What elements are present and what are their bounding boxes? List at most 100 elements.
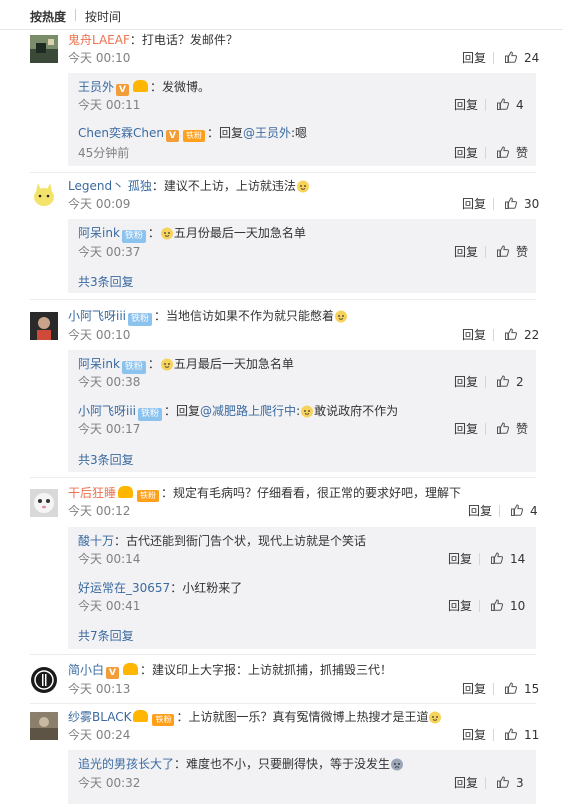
- avatar[interactable]: [30, 712, 58, 740]
- tab-divider: [75, 9, 76, 21]
- action-divider: [485, 376, 486, 388]
- reply-button[interactable]: 回复: [454, 374, 478, 390]
- sort-tabs: 按热度 按时间: [0, 0, 563, 30]
- fan-badge: 铁粉: [152, 714, 175, 726]
- more-replies-link[interactable]: 共7条回复: [78, 628, 134, 644]
- like-button[interactable]: 24: [504, 50, 539, 66]
- reply-line: 小阿飞呀iii 铁粉 ：回复@减肥路上爬行中: 敢说政府不作为: [78, 402, 398, 421]
- reply-button[interactable]: 回复: [454, 421, 478, 437]
- thumbs-up-icon: [497, 146, 510, 158]
- like-button[interactable]: 10: [490, 598, 525, 614]
- action-divider: [485, 423, 486, 435]
- thumbs-up-icon: [505, 51, 518, 63]
- verified-badge-icon: V: [165, 130, 179, 142]
- vip-badge-icon: [123, 663, 139, 675]
- username-link[interactable]: 简小白: [68, 663, 104, 677]
- smiley-emoji-icon: [335, 310, 348, 323]
- avatar[interactable]: [30, 489, 58, 517]
- like-button[interactable]: 30: [504, 196, 539, 212]
- username-link[interactable]: 阿呆ink: [78, 226, 120, 240]
- username-link[interactable]: 纱雾BLACK: [68, 710, 131, 724]
- username-link[interactable]: Legend丶 孤独: [68, 179, 152, 193]
- reply-line: 追光的男孩长大了：难度也不小，只要删得快，等于没发生: [78, 755, 404, 773]
- like-button[interactable]: 赞: [496, 421, 528, 437]
- comment-time: 今天 00:12: [68, 504, 131, 518]
- reply-button[interactable]: 回复: [454, 775, 478, 791]
- like-button[interactable]: 3: [496, 775, 524, 791]
- like-button[interactable]: 4: [496, 97, 524, 113]
- smiley-emoji-icon: [160, 227, 173, 240]
- avatar[interactable]: [30, 312, 58, 340]
- action-divider: [479, 600, 480, 612]
- fan-badge: 铁粉: [138, 408, 163, 421]
- like-count: 赞: [516, 146, 529, 160]
- fan-badge: 铁粉: [121, 361, 146, 374]
- username-link[interactable]: 王员外: [78, 80, 114, 94]
- username-link[interactable]: 阿呆ink: [78, 357, 120, 371]
- more-replies-link[interactable]: 共3条回复: [78, 452, 134, 468]
- reply-time: 今天 00:11: [78, 98, 141, 112]
- username-link[interactable]: 小阿飞呀iii: [78, 404, 136, 418]
- like-button[interactable]: 14: [490, 551, 525, 567]
- avatar[interactable]: [30, 666, 58, 694]
- reply-button[interactable]: 回复: [454, 244, 478, 260]
- thumbs-up-icon: [497, 245, 510, 257]
- action-divider: [493, 729, 494, 741]
- like-button[interactable]: 2: [496, 374, 524, 390]
- username-link[interactable]: 好运常在_30657: [78, 581, 170, 595]
- thumbs-up-icon: [497, 776, 510, 788]
- reply-button[interactable]: 回复: [454, 97, 478, 113]
- reply-text-suffix: 五月最后一天加急名单: [173, 357, 294, 371]
- action-divider: [499, 505, 500, 517]
- like-button[interactable]: 11: [504, 727, 539, 743]
- thumbs-up-icon: [497, 375, 510, 387]
- thumbs-up-icon: [505, 682, 518, 694]
- reply-button[interactable]: 回复: [448, 551, 472, 567]
- mention-link[interactable]: @减肥路上爬行中: [200, 404, 296, 418]
- reply-button[interactable]: 回复: [448, 598, 472, 614]
- action-divider: [479, 553, 480, 565]
- reply-line: Chen奕霖Chen V 铁粉 ：回复@王员外:嗯: [78, 124, 307, 142]
- reply-text: ：古代还能到衙门告个状，现代上访就是个笑话: [114, 534, 367, 548]
- sort-by-time-tab[interactable]: 按时间: [85, 8, 121, 25]
- like-button[interactable]: 赞: [496, 244, 528, 260]
- comment-line: 鬼舟LAEAF：打电话？发邮件？: [68, 31, 238, 49]
- reply-button[interactable]: 回复: [462, 50, 486, 66]
- username-link[interactable]: Chen奕霖Chen: [78, 126, 164, 140]
- like-button[interactable]: 15: [504, 681, 539, 697]
- like-button[interactable]: 4: [510, 503, 538, 519]
- more-replies-link[interactable]: 共3条回复: [78, 274, 134, 290]
- comment-text: ：建议印上大字报：上访就抓捕，抓捕毁三代！: [140, 663, 393, 677]
- thumbs-up-icon: [497, 422, 510, 434]
- reply-text: ：发微博。: [150, 80, 211, 94]
- thumbs-up-icon: [505, 328, 518, 340]
- username-link[interactable]: 酸十万: [78, 534, 114, 548]
- avatar[interactable]: [30, 181, 58, 209]
- username-link[interactable]: 小阿飞呀iii: [68, 309, 126, 323]
- like-button[interactable]: 赞: [496, 145, 528, 161]
- crying-emoji-icon: [391, 758, 404, 771]
- reply-button[interactable]: 回复: [462, 196, 486, 212]
- username-link[interactable]: 鬼舟LAEAF: [68, 33, 130, 47]
- like-count: 30: [524, 197, 540, 211]
- reply-button[interactable]: 回复: [462, 681, 486, 697]
- smiley-emoji-icon: [296, 180, 309, 193]
- comment-text: ：当地信访如果不作为就只能憋着: [154, 309, 335, 323]
- thumbs-up-icon: [511, 504, 524, 516]
- like-button[interactable]: 22: [504, 327, 539, 343]
- username-link[interactable]: 追光的男孩长大了: [78, 757, 174, 771]
- reply-button[interactable]: 回复: [462, 327, 486, 343]
- mention-link[interactable]: @王员外: [243, 126, 291, 140]
- sort-by-hot-tab[interactable]: 按热度: [30, 8, 66, 25]
- avatar[interactable]: [30, 35, 58, 63]
- like-count: 3: [516, 776, 524, 790]
- reply-button[interactable]: 回复: [454, 145, 478, 161]
- fan-badge: 铁粉: [182, 130, 205, 142]
- comment-time: 今天 00:13: [68, 682, 131, 696]
- reply-text: ：: [147, 226, 160, 240]
- username-link[interactable]: 干后狂睡: [68, 486, 116, 500]
- reply-text: ：: [147, 357, 160, 371]
- thumbs-up-icon: [491, 599, 504, 611]
- reply-button[interactable]: 回复: [468, 503, 492, 519]
- reply-button[interactable]: 回复: [462, 727, 486, 743]
